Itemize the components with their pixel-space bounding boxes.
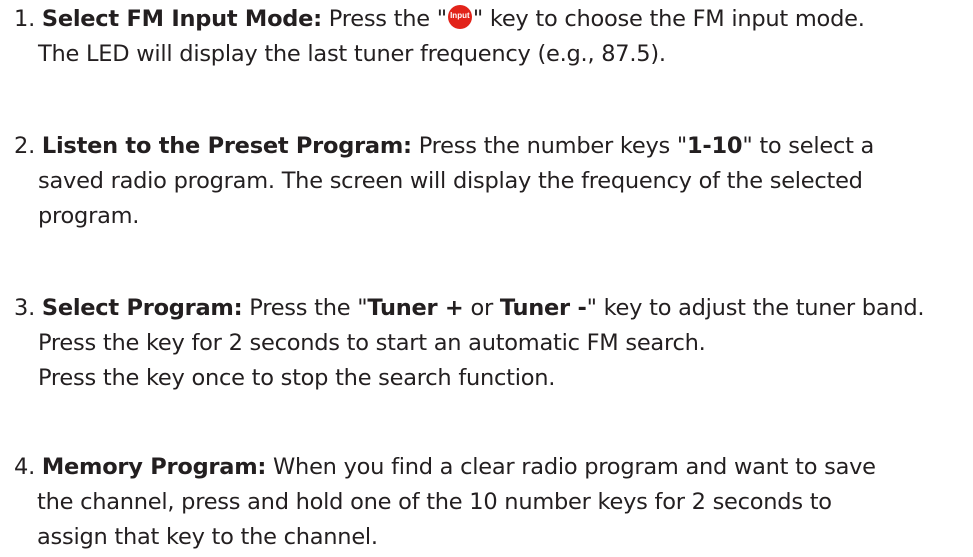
- step-number: 4.: [14, 454, 35, 480]
- step-4-line-2: the channel, press and hold one of the 1…: [37, 489, 832, 515]
- step-2-line-3: program.: [38, 203, 140, 229]
- input-key-icon: Input: [447, 5, 472, 29]
- step-4-line-1: 4. Memory Program: When you find a clear…: [14, 452, 876, 482]
- tuner-plus-key: Tuner +: [367, 295, 464, 321]
- step-text: Press the ": [321, 6, 447, 32]
- fm-instructions: 1. Select FM Input Mode: Press the " Inpu…: [0, 0, 973, 557]
- step-number: 3.: [14, 295, 35, 321]
- number-keys: 1-10: [687, 133, 743, 159]
- step-1-line-1: 1. Select FM Input Mode: Press the " Inpu…: [14, 4, 865, 34]
- step-title: Listen to the Preset Program:: [41, 133, 412, 159]
- step-number: 1.: [14, 6, 35, 32]
- step-title: Memory Program:: [41, 454, 267, 480]
- step-text: Press the ": [242, 295, 368, 321]
- step-title: Select Program:: [41, 295, 243, 321]
- step-1-line-2: The LED will display the last tuner freq…: [38, 41, 666, 67]
- step-number: 2.: [14, 133, 35, 159]
- step-text: or: [463, 295, 500, 321]
- step-text: " key to adjust the tuner band.: [586, 295, 925, 321]
- step-4-line-3: assign that key to the channel.: [37, 524, 378, 550]
- tuner-minus-key: Tuner -: [499, 295, 587, 321]
- step-2-line-2: saved radio program. The screen will dis…: [38, 168, 863, 194]
- step-text: " key to choose the FM input mode.: [472, 6, 865, 32]
- step-title: Select FM Input Mode:: [41, 6, 322, 32]
- step-text: " to select a: [742, 133, 875, 159]
- step-text: When you find a clear radio program and …: [266, 454, 876, 480]
- step-3-line-1: 3. Select Program: Press the "Tuner + or…: [14, 293, 925, 323]
- step-3-line-2: Press the key for 2 seconds to start an …: [38, 330, 706, 356]
- step-3-line-3: Press the key once to stop the search fu…: [38, 365, 556, 391]
- step-2-line-1: 2. Listen to the Preset Program: Press t…: [14, 131, 874, 161]
- step-text: Press the number keys ": [411, 133, 688, 159]
